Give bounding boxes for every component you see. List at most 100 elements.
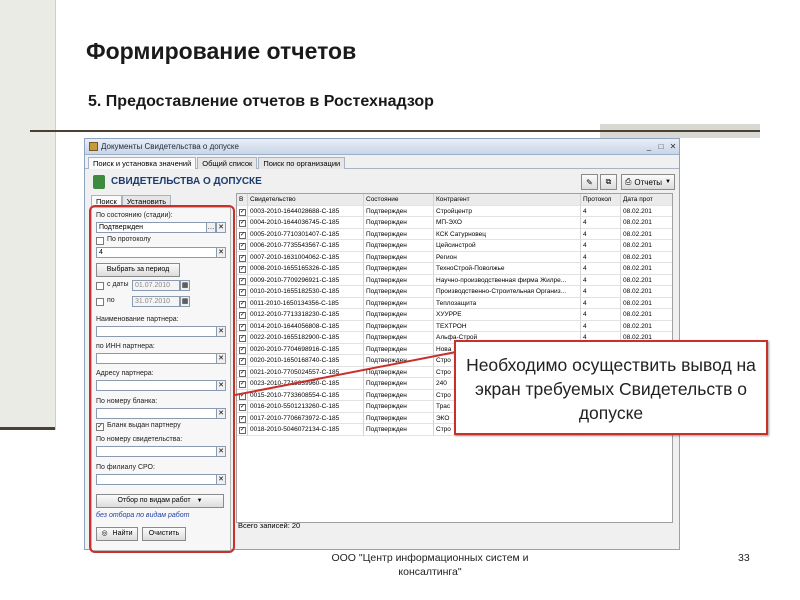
row-checkbox-cell[interactable]: ✓ [237, 412, 248, 424]
table-cell: Регион [434, 251, 581, 263]
table-cell: 08.02.201 [621, 206, 672, 217]
row-checkbox[interactable]: ✓ [239, 335, 246, 342]
table-cell: ТехноСтрой-Поволжье [434, 263, 581, 275]
row-checkbox-cell[interactable]: ✓ [237, 332, 248, 344]
row-checkbox[interactable]: ✓ [239, 323, 246, 331]
row-checkbox[interactable]: ✓ [239, 392, 246, 400]
row-checkbox-cell[interactable]: ✓ [237, 205, 248, 217]
row-checkbox-cell[interactable]: ✓ [237, 286, 248, 298]
row-checkbox[interactable]: ✓ [239, 254, 246, 262]
row-checkbox[interactable]: ✓ [239, 415, 246, 423]
table-cell: КСК Сатурновец [434, 228, 581, 240]
row-checkbox-cell[interactable]: ✓ [237, 389, 248, 401]
table-cell: Цейсинстрой [434, 240, 581, 252]
table-cell: 08.02.201 [621, 309, 672, 321]
row-checkbox[interactable]: ✓ [239, 346, 246, 354]
column-header[interactable]: Контрагент [434, 194, 581, 206]
records-total: Всего записей: 20 [238, 521, 301, 530]
row-checkbox[interactable]: ✓ [239, 243, 246, 250]
tab-general-list[interactable]: Общий список [197, 157, 258, 169]
table-cell: Подтвержден [364, 412, 434, 424]
row-checkbox[interactable]: ✓ [239, 404, 246, 411]
row-checkbox-cell[interactable]: ✓ [237, 343, 248, 355]
table-cell: 0022-2010-1655182900-С-185 [248, 332, 364, 344]
table-cell: 0010-2010-1655182530-С-185 [248, 286, 364, 298]
window-titlebar: Документы Свидетельства о допуске _ □ ✕ [85, 139, 679, 155]
row-checkbox-cell[interactable]: ✓ [237, 366, 248, 378]
minimize-icon[interactable]: _ [643, 142, 655, 151]
row-checkbox[interactable]: ✓ [239, 277, 246, 285]
column-header[interactable]: Дата прот [621, 194, 672, 206]
column-header[interactable]: Состояние [364, 194, 434, 206]
filter-highlight-box [89, 205, 235, 553]
row-checkbox[interactable]: ✓ [239, 266, 246, 273]
table-cell: 4 [581, 286, 621, 298]
row-checkbox-cell[interactable]: ✓ [237, 297, 248, 309]
window-icon [89, 142, 98, 151]
row-checkbox-cell[interactable]: ✓ [237, 355, 248, 367]
row-checkbox-cell[interactable]: ✓ [237, 274, 248, 286]
table-row[interactable]: ✓ 0009-2010-7709296921-С-185 Подтвержден На… [237, 274, 672, 286]
row-checkbox[interactable]: ✓ [239, 358, 246, 365]
table-row[interactable]: ✓ 0005-2010-7710301407-С-185 Подтвержден КС… [237, 228, 672, 240]
tab-search-values[interactable]: Поиск и установка значений [88, 157, 197, 169]
table-cell: Подтвержден [364, 217, 434, 229]
table-cell: Подтвержден [364, 274, 434, 286]
table-cell: 08.02.201 [621, 252, 672, 263]
row-checkbox[interactable]: ✓ [239, 369, 246, 377]
row-checkbox-cell[interactable]: ✓ [237, 240, 248, 252]
table-cell: 4 [581, 263, 621, 275]
row-checkbox-cell[interactable]: ✓ [237, 424, 248, 436]
table-row[interactable]: ✓ 0011-2010-1650134356-С-185 Подтвержден Те… [237, 297, 672, 309]
table-cell: 0009-2010-7709296921-С-185 [248, 274, 364, 286]
table-row[interactable]: ✓ 0006-2010-7735543567-С-185 Подтвержден Це… [237, 240, 672, 252]
table-row[interactable]: ✓ 0010-2010-1655182530-С-185 Подтвержден Пр… [237, 286, 672, 298]
row-checkbox[interactable]: ✓ [239, 289, 246, 296]
table-row[interactable]: ✓ 0014-2010-1644056808-С-185 Подтвержден ТЕ… [237, 320, 672, 332]
row-checkbox-cell[interactable]: ✓ [237, 228, 248, 240]
row-checkbox[interactable]: ✓ [239, 208, 246, 216]
row-checkbox-cell[interactable]: ✓ [237, 401, 248, 413]
copy-icon[interactable]: ⧉ [600, 174, 617, 190]
title-rule [30, 130, 760, 132]
row-checkbox-cell[interactable]: ✓ [237, 251, 248, 263]
close-icon[interactable]: ✕ [667, 142, 679, 151]
row-checkbox-cell[interactable]: ✓ [237, 217, 248, 229]
edit-icon[interactable]: ✎ [581, 174, 598, 190]
row-checkbox[interactable]: ✓ [239, 312, 246, 319]
row-checkbox-cell[interactable]: ✓ [237, 309, 248, 321]
window-tabs: Поиск и установка значений Общий список … [85, 155, 679, 169]
table-row[interactable]: ✓ 0007-2010-1631004062-С-185 Подтвержден Ре… [237, 251, 672, 263]
table-cell: 4 [581, 205, 621, 217]
table-cell: Стройцентр [434, 205, 581, 217]
table-cell: 0014-2010-1644056808-С-185 [248, 320, 364, 332]
row-checkbox-cell[interactable]: ✓ [237, 263, 248, 275]
table-cell: Подтвержден [364, 366, 434, 378]
table-cell: Подтвержден [364, 378, 434, 390]
table-row[interactable]: ✓ 0003-2010-1644028688-С-185 Подтвержден Ст… [237, 205, 672, 217]
table-row[interactable]: ✓ 0004-2010-1644036745-С-185 Подтвержден МП… [237, 217, 672, 229]
row-checkbox[interactable]: ✓ [239, 231, 246, 239]
table-row[interactable]: ✓ 0012-2010-7713318230-С-185 Подтвержден ХУ… [237, 309, 672, 321]
column-header[interactable]: Свидетельство [248, 194, 364, 206]
row-checkbox-cell[interactable]: ✓ [237, 378, 248, 390]
left-decor-line [0, 427, 55, 430]
column-header[interactable]: В [237, 194, 248, 206]
row-checkbox-cell[interactable]: ✓ [237, 320, 248, 332]
row-checkbox[interactable]: ✓ [239, 381, 246, 388]
table-cell: ТЕХТРОН [434, 320, 581, 332]
table-row[interactable]: ✓ 0008-2010-1655165326-С-185 Подтвержден Те… [237, 263, 672, 275]
table-cell: Подтвержден [364, 343, 434, 355]
column-header[interactable]: Протокол [581, 194, 621, 206]
table-cell: 4 [581, 251, 621, 263]
footer-text: ООО "Центр информационных систем и конса… [331, 552, 529, 578]
tab-search-org[interactable]: Поиск по организации [258, 157, 346, 169]
table-cell: 0008-2010-1655165326-С-185 [248, 263, 364, 275]
table-cell: Подтвержден [364, 355, 434, 367]
maximize-icon[interactable]: □ [655, 142, 667, 151]
row-checkbox[interactable]: ✓ [239, 220, 246, 227]
row-checkbox[interactable]: ✓ [239, 427, 246, 434]
table-cell: 08.02.201 [621, 298, 672, 309]
row-checkbox[interactable]: ✓ [239, 300, 246, 308]
reports-button[interactable]: ⎙ Отчеты ▼ [621, 174, 675, 190]
